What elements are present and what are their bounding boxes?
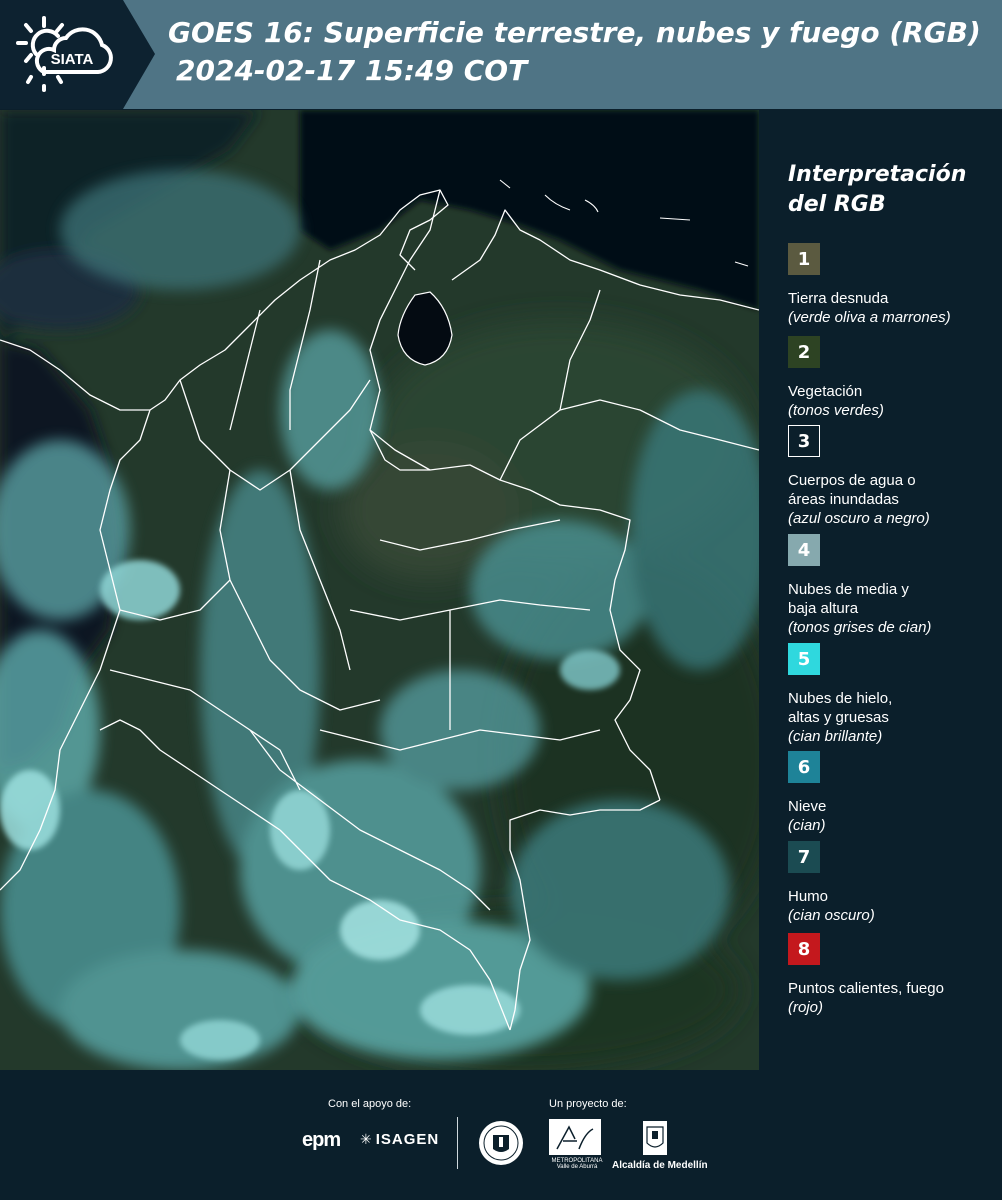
legend-item-name: Nieve	[788, 798, 827, 815]
page-title: GOES 16: Superficie terrestre, nubes y f…	[168, 14, 998, 90]
legend-swatch: 8	[788, 933, 820, 965]
legend-item: 1 Tierra desnuda (verde oliva a marrones)	[788, 243, 993, 327]
area-metropolitana-text: METROPOLITANA Valle de Aburrá	[551, 1158, 603, 1170]
legend-item-desc: (tonos grises de cian)	[788, 619, 932, 636]
timestamp: 2024-02-17 15:49 COT	[176, 54, 528, 87]
legend-item-name: Nubes de hielo, altas y gruesas	[788, 690, 893, 726]
satellite-image	[0, 110, 759, 1070]
legend-item-name: Vegetación	[788, 383, 863, 400]
header-bar: SIATA GOES 16: Superficie terrestre, nub…	[0, 0, 1002, 109]
legend-item-name: Tierra desnuda	[788, 290, 889, 307]
legend-item: 4 Nubes de media y baja altura (tonos gris…	[788, 534, 993, 637]
legend-swatch: 1	[788, 243, 820, 275]
siata-logo-block: SIATA	[0, 0, 155, 109]
alcaldia-shield-icon	[643, 1121, 667, 1155]
legend-item: 8 Puntos calientes, fuego (rojo)	[788, 933, 993, 1017]
title-text: GOES 16: Superficie terrestre, nubes y f…	[168, 16, 981, 49]
epm-logo: epm	[302, 1129, 341, 1152]
legend-item: 6 Nieve (cian)	[788, 751, 993, 835]
legend-item-name: Nubes de media y baja altura	[788, 581, 909, 617]
legend-item-desc: (tonos verdes)	[788, 402, 884, 419]
isagen-mark-icon: ✳	[360, 1131, 373, 1147]
legend-panel: Interpretación del RGB	[788, 160, 993, 238]
epm-text: epm	[302, 1129, 341, 1151]
legend-item: 3 Cuerpos de agua o áreas inundadas (azul …	[788, 425, 993, 528]
legend-item: 5 Nubes de hielo, altas y gruesas (cian br…	[788, 643, 993, 746]
legend-title: Interpretación del RGB	[788, 162, 967, 217]
legend-swatch: 5	[788, 643, 820, 675]
legend-item-desc: (azul oscuro a negro)	[788, 510, 930, 527]
isagen-logo: ✳ ISAGEN	[360, 1131, 439, 1148]
legend-item-desc: (cian brillante)	[788, 728, 883, 745]
satellite-map[interactable]	[0, 110, 759, 1070]
legend-swatch: 4	[788, 534, 820, 566]
isagen-text: ISAGEN	[375, 1131, 440, 1148]
medellin-seal-icon	[479, 1121, 523, 1165]
legend-item-name: Humo	[788, 888, 829, 905]
legend-swatch: 3	[788, 425, 820, 457]
footer-divider	[457, 1117, 458, 1169]
siata-logo-icon: SIATA	[16, 16, 113, 92]
legend-item: 2 Vegetación (tonos verdes)	[788, 336, 993, 420]
legend-item-desc: (verde oliva a marrones)	[788, 309, 951, 326]
legend-swatch: 2	[788, 336, 820, 368]
legend-item-name: Puntos calientes, fuego	[788, 980, 944, 997]
legend-item-desc: (rojo)	[788, 999, 824, 1016]
legend-item-name: Cuerpos de agua o áreas inundadas	[788, 472, 916, 508]
legend-swatch: 7	[788, 841, 820, 873]
footer: Con el apoyo de: Un proyecto de: epm ✳ IS…	[0, 1071, 1002, 1200]
legend-item-desc: (cian oscuro)	[788, 907, 875, 924]
legend-item-desc: (cian)	[788, 817, 826, 834]
support-label: Con el apoyo de:	[328, 1098, 412, 1110]
project-label: Un proyecto de:	[549, 1098, 627, 1110]
legend-swatch: 6	[788, 751, 820, 783]
svg-text:SIATA: SIATA	[51, 51, 94, 68]
legend-item: 7 Humo (cian oscuro)	[788, 841, 993, 925]
alcaldia-text: Alcaldía de Medellín	[612, 1160, 708, 1171]
